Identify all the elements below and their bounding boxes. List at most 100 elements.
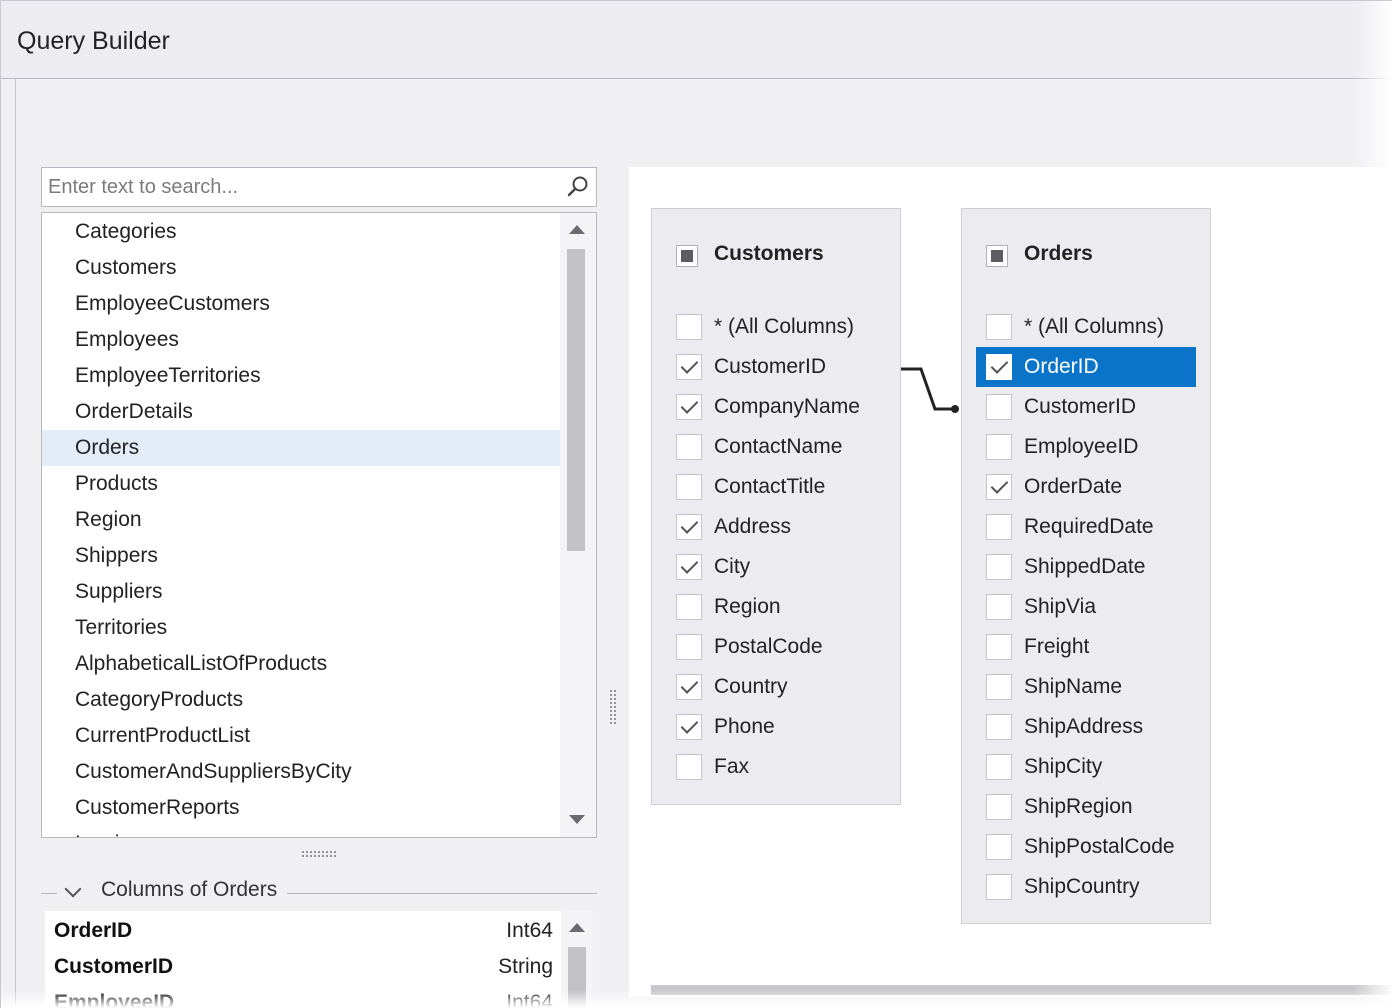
table-list-item[interactable]: Employees	[42, 322, 561, 358]
orders-field-row[interactable]: OrderDate	[976, 467, 1196, 507]
customers-field-row[interactable]: Country	[666, 667, 886, 707]
customers-field-row[interactable]: CompanyName	[666, 387, 886, 427]
field-name: Address	[714, 515, 792, 538]
customers-table-box[interactable]: Customers * (All Columns) CustomerID Compa…	[651, 208, 901, 805]
field-checkbox[interactable]	[986, 594, 1012, 620]
table-list: Categories Customers EmployeeCustomers Empl…	[41, 212, 597, 838]
field-checkbox[interactable]	[676, 594, 702, 620]
window-edge-fade	[1, 990, 1392, 1008]
table-list-item[interactable]: EmployeeTerritories	[42, 358, 561, 394]
orders-field-row[interactable]: CustomerID	[976, 387, 1196, 427]
orders-field-row[interactable]: OrderID	[976, 347, 1196, 387]
orders-field-row[interactable]: ShipRegion	[976, 787, 1196, 827]
table-list-item[interactable]: CustomerReports	[42, 790, 561, 826]
customers-field-row[interactable]: ContactTitle	[666, 467, 886, 507]
orders-field-row[interactable]: ShipPostalCode	[976, 827, 1196, 867]
field-checkbox[interactable]	[986, 394, 1012, 420]
orders-field-row[interactable]: ShippedDate	[976, 547, 1196, 587]
orders-field-row[interactable]: ShipCountry	[976, 867, 1196, 907]
orders-select-all-checkbox[interactable]	[986, 245, 1008, 267]
orders-field-row[interactable]: EmployeeID	[976, 427, 1196, 467]
field-checkbox[interactable]	[986, 714, 1012, 740]
orders-field-row[interactable]: Freight	[976, 627, 1196, 667]
table-list-item[interactable]: Territories	[42, 610, 561, 646]
table-list-item[interactable]: Orders	[42, 430, 561, 466]
field-checkbox[interactable]	[986, 874, 1012, 900]
field-checkbox[interactable]	[676, 514, 702, 540]
field-checkbox[interactable]	[676, 674, 702, 700]
scroll-up-arrow-icon[interactable]	[569, 923, 585, 932]
search-input[interactable]	[48, 174, 558, 200]
table-list-item[interactable]: CustomerAndSuppliersByCity	[42, 754, 561, 790]
orders-field-row[interactable]: ShipAddress	[976, 707, 1196, 747]
field-checkbox[interactable]	[986, 674, 1012, 700]
table-list-item[interactable]: Suppliers	[42, 574, 561, 610]
field-checkbox[interactable]	[986, 514, 1012, 540]
table-list-item[interactable]: OrderDetails	[42, 394, 561, 430]
orders-field-row[interactable]: * (All Columns)	[976, 307, 1196, 347]
customers-field-row[interactable]: * (All Columns)	[666, 307, 886, 347]
table-search-box[interactable]	[41, 167, 597, 207]
table-list-item[interactable]: Shippers	[42, 538, 561, 574]
vertical-splitter-grip[interactable]	[609, 689, 617, 725]
field-checkbox[interactable]	[986, 474, 1012, 500]
field-checkbox[interactable]	[986, 354, 1012, 380]
field-checkbox[interactable]	[676, 474, 702, 500]
table-list-item[interactable]: Region	[42, 502, 561, 538]
scroll-up-arrow-icon[interactable]	[569, 225, 585, 234]
customers-field-row[interactable]: ContactName	[666, 427, 886, 467]
customers-field-row[interactable]: Fax	[666, 747, 886, 787]
orders-table-box[interactable]: Orders * (All Columns) OrderID CustomerID E…	[961, 208, 1211, 924]
customers-field-row[interactable]: City	[666, 547, 886, 587]
group-border	[287, 893, 597, 894]
field-name: ContactName	[714, 435, 843, 458]
field-name: OrderID	[1024, 355, 1099, 378]
customers-field-row[interactable]: PostalCode	[666, 627, 886, 667]
orders-field-row[interactable]: ShipName	[976, 667, 1196, 707]
field-checkbox[interactable]	[676, 354, 702, 380]
table-list-item[interactable]: CategoryProducts	[42, 682, 561, 718]
field-checkbox[interactable]	[676, 754, 702, 780]
columns-group-title: Columns of Orders	[101, 878, 278, 901]
table-list-item[interactable]: CurrentProductList	[42, 718, 561, 754]
customers-field-row[interactable]: CustomerID	[666, 347, 886, 387]
customers-field-row[interactable]: Region	[666, 587, 886, 627]
field-name: PostalCode	[714, 635, 823, 658]
orders-field-row[interactable]: ShipCity	[976, 747, 1196, 787]
customers-field-row[interactable]: Phone	[666, 707, 886, 747]
search-icon[interactable]	[566, 175, 590, 199]
table-list-item[interactable]: Invoices	[42, 826, 561, 837]
column-row[interactable]: OrderID Int64	[45, 913, 561, 949]
field-name: CompanyName	[714, 395, 860, 418]
table-list-item[interactable]: Customers	[42, 250, 561, 286]
field-checkbox[interactable]	[986, 554, 1012, 580]
scrollbar-thumb[interactable]	[567, 249, 585, 551]
table-list-item[interactable]: AlphabeticalListOfProducts	[42, 646, 561, 682]
table-list-item[interactable]: Categories	[42, 214, 561, 250]
horizontal-splitter-grip[interactable]	[301, 850, 337, 858]
column-row[interactable]: CustomerID String	[45, 949, 561, 985]
field-checkbox[interactable]	[986, 634, 1012, 660]
field-checkbox[interactable]	[986, 434, 1012, 460]
orders-field-row[interactable]: ShipVia	[976, 587, 1196, 627]
column-name: OrderID	[54, 919, 133, 942]
field-checkbox[interactable]	[986, 754, 1012, 780]
field-checkbox[interactable]	[986, 314, 1012, 340]
table-list-item[interactable]: Products	[42, 466, 561, 502]
table-list-item[interactable]: EmployeeCustomers	[42, 286, 561, 322]
orders-field-row[interactable]: RequiredDate	[976, 507, 1196, 547]
customers-select-all-checkbox[interactable]	[676, 245, 698, 267]
field-checkbox[interactable]	[676, 434, 702, 460]
field-checkbox[interactable]	[676, 314, 702, 340]
field-name: ShipCity	[1024, 755, 1103, 778]
customers-field-row[interactable]: Address	[666, 507, 886, 547]
field-checkbox[interactable]	[986, 834, 1012, 860]
field-checkbox[interactable]	[676, 714, 702, 740]
field-checkbox[interactable]	[676, 634, 702, 660]
table-list-scrollbar[interactable]	[560, 213, 596, 837]
field-checkbox[interactable]	[986, 794, 1012, 820]
scroll-down-arrow-icon[interactable]	[569, 815, 585, 824]
field-name: OrderDate	[1024, 475, 1123, 498]
field-checkbox[interactable]	[676, 554, 702, 580]
field-checkbox[interactable]	[676, 394, 702, 420]
